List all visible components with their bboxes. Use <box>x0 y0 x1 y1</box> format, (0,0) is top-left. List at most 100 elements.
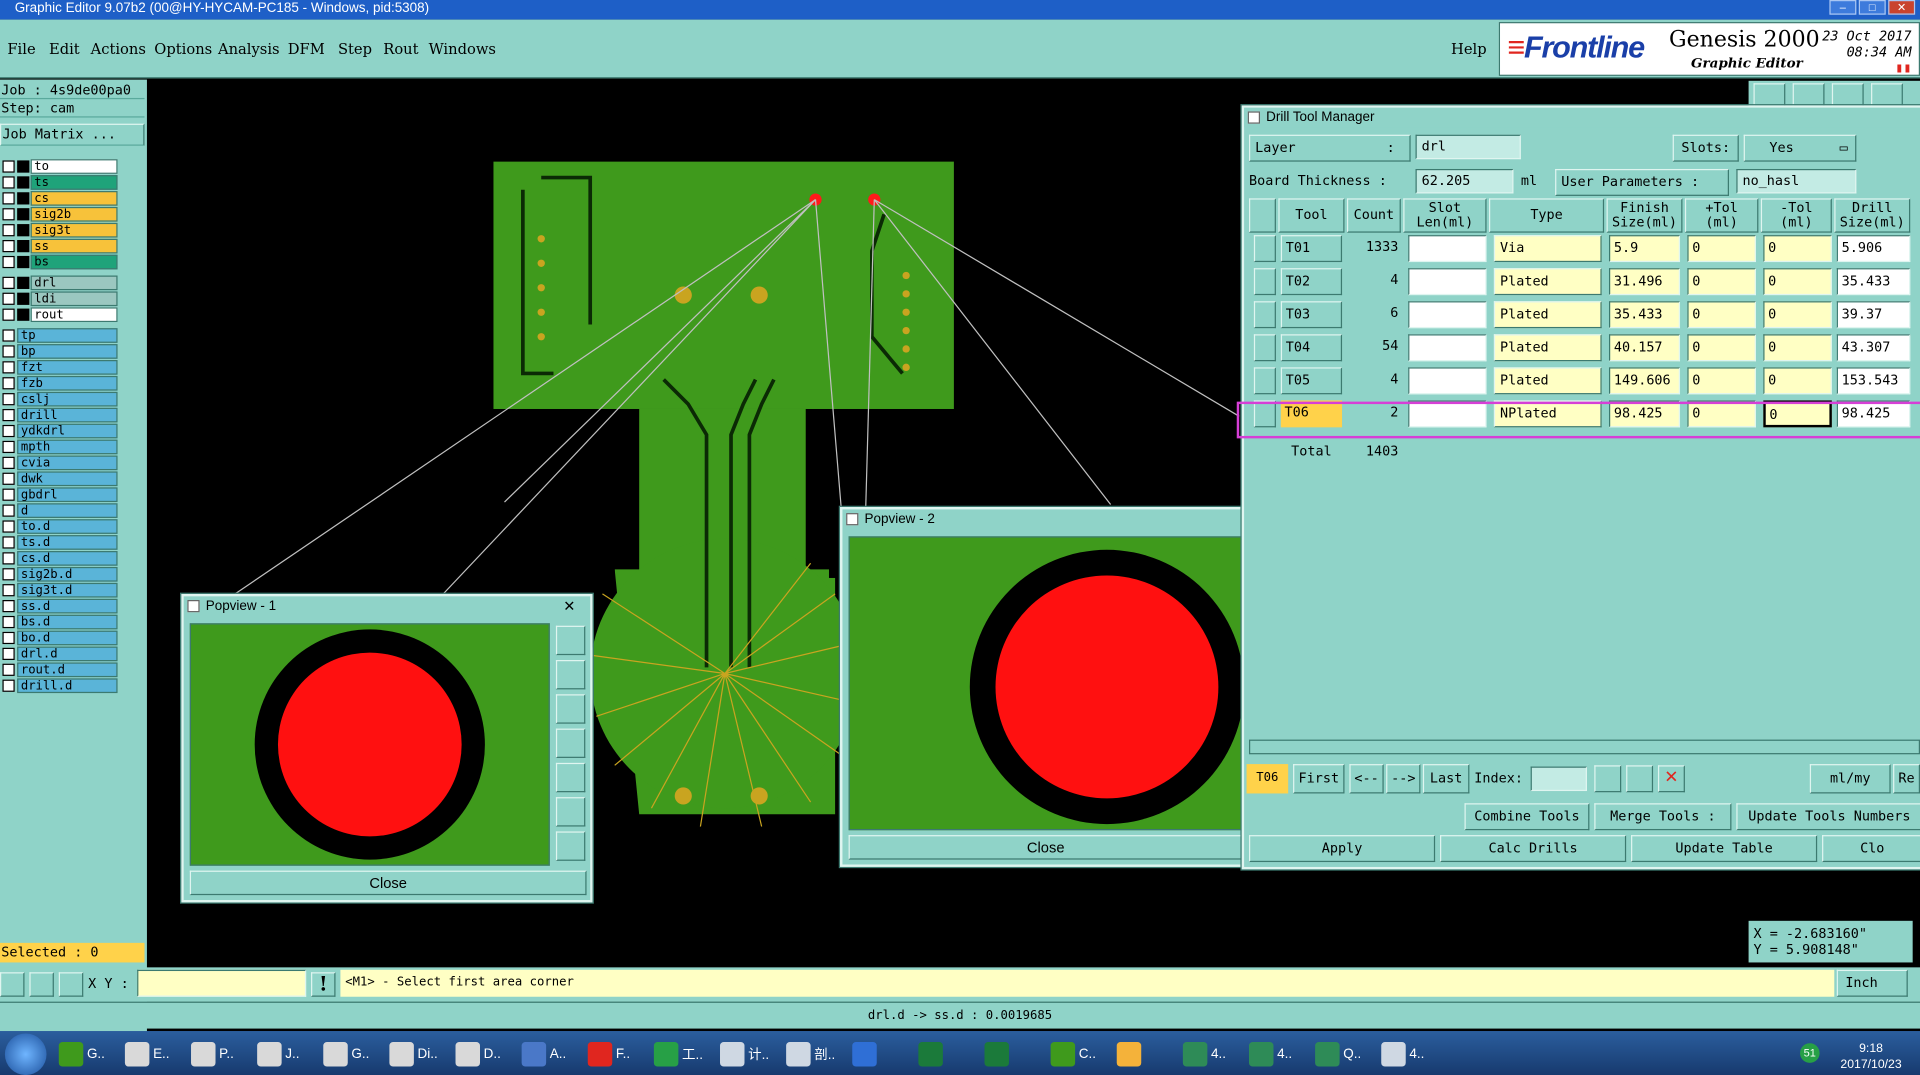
reset-button[interactable]: Re <box>1893 764 1920 794</box>
combine-tools-button[interactable]: Combine Tools <box>1464 803 1590 831</box>
grid-icon[interactable] <box>58 972 84 997</box>
layer-row-sig2b[interactable]: sig2b <box>0 206 118 222</box>
start-button[interactable] <box>4 1033 47 1075</box>
layer-checkbox[interactable] <box>2 647 15 660</box>
layer-row-cvia[interactable]: cvia <box>0 454 118 470</box>
clock[interactable]: 9:18 2017/10/23 <box>1827 1041 1915 1073</box>
close-dtm-button[interactable]: Clo <box>1822 835 1920 863</box>
taskbar-app-18[interactable]: 4.. <box>1248 1038 1292 1070</box>
slot-len-field[interactable] <box>1408 235 1487 263</box>
type-dropdown[interactable]: Plated <box>1493 367 1602 395</box>
finish-size-field[interactable]: 31.496 <box>1608 268 1681 296</box>
layer-row-ts-d[interactable]: ts.d <box>0 534 118 550</box>
layer-row-d[interactable]: d <box>0 502 118 518</box>
job-matrix-button[interactable]: Job Matrix ... <box>0 123 145 146</box>
layer-row-fzb[interactable]: fzb <box>0 375 118 391</box>
taskbar-app-12[interactable] <box>852 1038 880 1070</box>
layer-row-drl[interactable]: drl <box>0 274 118 290</box>
expand-icon[interactable] <box>1253 268 1276 296</box>
menu-windows[interactable]: Windows <box>429 40 496 57</box>
pan-left-icon[interactable] <box>555 728 586 758</box>
taskbar-app-17[interactable]: 4.. <box>1182 1038 1226 1070</box>
layer-checkbox[interactable] <box>2 328 15 342</box>
layer-checkbox[interactable] <box>2 276 15 289</box>
taskbar-app-10[interactable]: 计.. <box>720 1038 769 1070</box>
menu-help[interactable]: Help <box>1451 40 1487 57</box>
type-dropdown[interactable]: Plated <box>1493 334 1602 362</box>
zoom-fit-icon[interactable] <box>555 625 586 656</box>
finish-size-field[interactable]: 40.157 <box>1608 334 1681 362</box>
plus-tol-field[interactable]: 0 <box>1687 301 1756 329</box>
layer-row-rout[interactable]: rout <box>0 306 118 322</box>
expand-icon[interactable] <box>1253 301 1276 329</box>
expand-icon[interactable] <box>1253 334 1276 362</box>
layer-row-bs-d[interactable]: bs.d <box>0 613 118 629</box>
layer-row-to[interactable]: to <box>0 158 118 174</box>
horizontal-scrollbar[interactable] <box>1248 739 1920 755</box>
layer-row-bs[interactable]: bs <box>0 253 118 269</box>
update-table-button[interactable]: Update Table <box>1631 835 1818 863</box>
close-window-button[interactable]: ✕ <box>1888 0 1916 15</box>
layer-checkbox[interactable] <box>2 191 15 204</box>
layer-checkbox[interactable] <box>2 159 15 173</box>
edit-icon[interactable] <box>1626 765 1654 793</box>
menu-actions[interactable]: Actions <box>91 40 146 57</box>
index-field[interactable] <box>1530 766 1587 792</box>
type-dropdown[interactable]: Plated <box>1493 268 1602 296</box>
plus-tol-field[interactable]: 0 <box>1687 268 1756 296</box>
layer-checkbox[interactable] <box>2 360 15 373</box>
drill-size-field[interactable]: 5.906 <box>1836 235 1911 263</box>
taskbar-app-2[interactable]: P.. <box>191 1038 234 1070</box>
menu-file[interactable]: File <box>7 40 35 57</box>
layer-row-ss[interactable]: ss <box>0 238 118 254</box>
layer-row-gbdrl[interactable]: gbdrl <box>0 486 118 502</box>
layer-checkbox[interactable] <box>2 440 15 453</box>
minus-tol-field[interactable]: 0 <box>1763 334 1832 362</box>
minus-tol-field[interactable]: 0 <box>1763 268 1832 296</box>
zoom-in-icon[interactable] <box>555 797 586 827</box>
menu-analysis[interactable]: Analysis <box>218 40 280 57</box>
taskbar-app-9[interactable]: 工.. <box>653 1038 703 1070</box>
finish-size-field[interactable]: 35.433 <box>1608 301 1681 329</box>
layer-row-cs[interactable]: cs <box>0 190 118 206</box>
layer-checkbox[interactable] <box>2 535 15 548</box>
menu-edit[interactable]: Edit <box>49 40 80 57</box>
layer-checkbox[interactable] <box>2 239 15 252</box>
toolbar-icon-4[interactable] <box>1871 83 1903 108</box>
layer-row-sig3t-d[interactable]: sig3t.d <box>0 582 118 598</box>
taskbar-app-5[interactable]: Di.. <box>389 1038 438 1070</box>
layer-checkbox[interactable] <box>2 583 15 596</box>
taskbar-app-7[interactable]: A.. <box>521 1038 566 1070</box>
layer-row-rout-d[interactable]: rout.d <box>0 661 118 677</box>
minus-tol-field[interactable]: 0 <box>1763 301 1832 329</box>
drill-size-field[interactable]: 35.433 <box>1836 268 1911 296</box>
layer-row-dwk[interactable]: dwk <box>0 470 118 486</box>
plus-tol-field[interactable]: 0 <box>1687 235 1756 263</box>
layer-checkbox[interactable] <box>2 307 15 321</box>
maximize-button[interactable]: □ <box>1858 0 1886 15</box>
tray-badge[interactable]: 51 <box>1800 1043 1820 1063</box>
layer-row-drill[interactable]: drill <box>0 407 118 423</box>
popview-2-close-button[interactable]: Close <box>848 835 1243 860</box>
layer-checkbox[interactable] <box>2 292 15 305</box>
search-icon[interactable] <box>1594 765 1622 793</box>
layer-row-tp[interactable]: tp <box>0 327 118 343</box>
slots-dropdown[interactable]: Yes ▭ <box>1743 134 1857 162</box>
layer-row-bp[interactable]: bp <box>0 343 118 359</box>
units-select[interactable]: Inch <box>1836 969 1908 997</box>
layer-row-ydkdrl[interactable]: ydkdrl <box>0 422 118 438</box>
slot-len-field[interactable] <box>1408 301 1487 329</box>
taskbar-app-8[interactable]: F.. <box>587 1038 630 1070</box>
update-tools-numbers-button[interactable]: Update Tools Numbers <box>1736 803 1920 831</box>
layer-checkbox[interactable] <box>2 551 15 564</box>
layer-checkbox[interactable] <box>2 223 15 236</box>
layer-row-sig3t[interactable]: sig3t <box>0 222 118 238</box>
alert-icon[interactable]: ! <box>311 972 336 997</box>
layer-checkbox[interactable] <box>2 519 15 533</box>
pan-down-icon[interactable] <box>555 694 586 724</box>
user-params-label[interactable]: User Parameters : <box>1555 168 1729 196</box>
pan-right-icon[interactable] <box>555 762 586 793</box>
layer-row-ldi[interactable]: ldi <box>0 290 118 306</box>
taskbar-app-4[interactable]: G.. <box>323 1038 369 1070</box>
xy-input[interactable] <box>137 969 307 997</box>
